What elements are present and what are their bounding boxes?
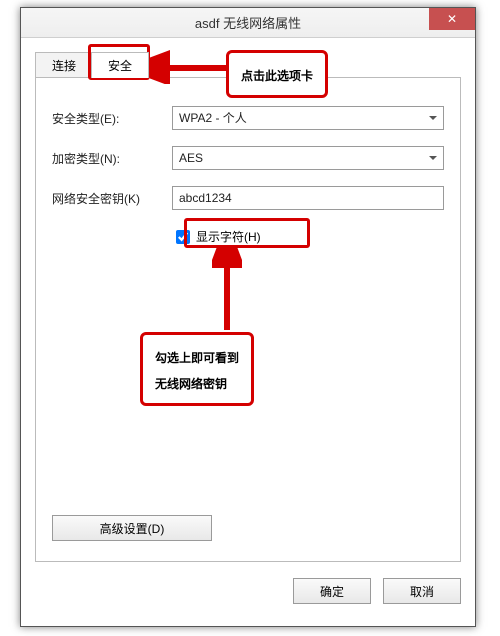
window-title: asdf 无线网络属性 <box>195 13 301 32</box>
ok-button[interactable]: 确定 <box>293 578 371 604</box>
cancel-button[interactable]: 取消 <box>383 578 461 604</box>
close-button[interactable]: ✕ <box>429 8 475 30</box>
encryption-type-select[interactable]: AES <box>172 146 444 170</box>
encryption-type-label: 加密类型(N): <box>52 150 172 167</box>
network-key-label: 网络安全密钥(K) <box>52 190 172 207</box>
network-key-input[interactable]: abcd1234 <box>172 186 444 210</box>
close-icon: ✕ <box>447 12 457 26</box>
titlebar: asdf 无线网络属性 ✕ <box>21 8 475 38</box>
show-chars-row: 显示字符(H) <box>172 226 265 247</box>
security-type-select[interactable]: WPA2 - 个人 <box>172 106 444 130</box>
tab-panel-security: 安全类型(E): WPA2 - 个人 加密类型(N): AES 网络安全密钥(K… <box>35 77 461 562</box>
annotation-callout-tab: 点击此选项卡 <box>226 50 328 98</box>
tab-security[interactable]: 安全 <box>91 52 149 78</box>
show-chars-label: 显示字符(H) <box>196 228 261 245</box>
annotation-callout-checkbox-line2: 无线网络密钥 <box>155 377 227 391</box>
security-type-label: 安全类型(E): <box>52 110 172 127</box>
show-chars-checkbox[interactable] <box>176 230 190 244</box>
dialog-buttons: 确定 取消 <box>293 578 461 604</box>
annotation-callout-checkbox-line1: 勾选上即可看到 <box>155 351 239 365</box>
annotation-callout-tab-text: 点击此选项卡 <box>241 69 313 83</box>
advanced-settings-button[interactable]: 高级设置(D) <box>52 515 212 541</box>
annotation-callout-checkbox: 勾选上即可看到 无线网络密钥 <box>140 332 254 406</box>
tab-connect[interactable]: 连接 <box>35 52 93 78</box>
dialog-window: asdf 无线网络属性 ✕ 连接 安全 安全类型(E): WPA2 - 个人 加… <box>20 7 476 627</box>
